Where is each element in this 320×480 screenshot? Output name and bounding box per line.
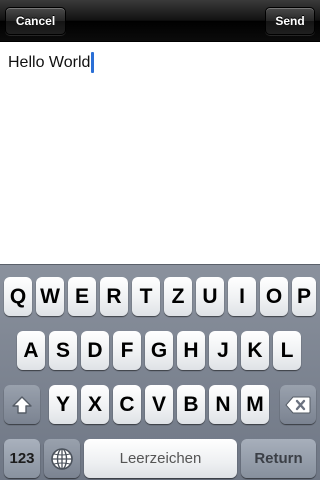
space-key[interactable]: Leerzeichen [84,439,237,478]
key-t[interactable]: T [132,277,160,316]
key-l[interactable]: L [273,331,301,370]
text-caret [91,52,95,73]
message-text-line: Hello World [8,52,95,73]
key-y[interactable]: Y [49,385,77,424]
shift-arrow-icon [12,395,32,414]
key-z[interactable]: Z [164,277,192,316]
globe-key[interactable] [44,439,80,478]
key-h[interactable]: H [177,331,205,370]
backspace-icon [285,396,311,413]
key-c[interactable]: C [113,385,141,424]
key-q[interactable]: Q [4,277,32,316]
key-f[interactable]: F [113,331,141,370]
key-s[interactable]: S [49,331,77,370]
message-text-area[interactable]: Hello World [0,43,320,263]
key-b[interactable]: B [177,385,205,424]
key-o[interactable]: O [260,277,288,316]
key-g[interactable]: G [145,331,173,370]
key-a[interactable]: A [17,331,45,370]
delete-key[interactable] [280,385,316,424]
send-button[interactable]: Send [265,7,315,35]
cancel-button[interactable]: Cancel [5,7,66,35]
message-text: Hello World [8,53,91,71]
top-toolbar: Cancel Send [0,0,320,42]
key-u[interactable]: U [196,277,224,316]
key-p[interactable]: P [292,277,316,316]
key-j[interactable]: J [209,331,237,370]
numbers-key[interactable]: 123 [4,439,40,478]
globe-icon [51,447,73,470]
keyboard: Q W E R T Z U I O P A S D F G H J K L Y … [0,264,320,480]
key-k[interactable]: K [241,331,269,370]
key-d[interactable]: D [81,331,109,370]
key-v[interactable]: V [145,385,173,424]
key-i[interactable]: I [228,277,256,316]
key-e[interactable]: E [68,277,96,316]
key-x[interactable]: X [81,385,109,424]
key-r[interactable]: R [100,277,128,316]
return-key[interactable]: Return [241,439,316,478]
key-n[interactable]: N [209,385,237,424]
key-w[interactable]: W [36,277,64,316]
shift-key[interactable] [4,385,40,424]
key-m[interactable]: M [241,385,269,424]
